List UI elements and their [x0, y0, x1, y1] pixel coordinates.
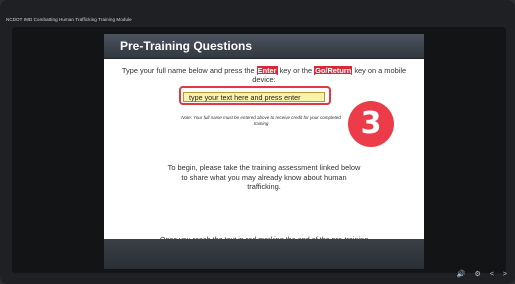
player-controls: 🔊 ⚙ < > [457, 270, 507, 279]
slide-header: Pre-Training Questions [104, 34, 424, 59]
instruction-text: key or the [277, 66, 315, 75]
enter-key-label: Enter [256, 66, 278, 75]
go-return-key-label: Go/Return [314, 66, 353, 75]
slide-title: Pre-Training Questions [120, 39, 253, 53]
app-window: NCDOT IMD Combatting Human Trafficking T… [0, 0, 515, 284]
volume-icon[interactable]: 🔊 [457, 270, 466, 278]
assessment-paragraph: To begin, please take the training asses… [167, 163, 361, 191]
slide: Pre-Training Questions Type your full na… [104, 34, 424, 269]
name-instructions: Type your full name below and press the … [112, 66, 416, 84]
instruction-text: Type your full name below and press the [121, 66, 257, 75]
next-icon[interactable]: > [503, 271, 507, 278]
window-title: NCDOT IMD Combatting Human Trafficking T… [6, 17, 132, 22]
input-highlight-box [179, 86, 331, 105]
credit-note: Note: Your full name must be entered abo… [181, 115, 341, 126]
settings-icon[interactable]: ⚙ [475, 270, 481, 278]
slide-footer-band [104, 239, 424, 269]
previous-icon[interactable]: < [490, 271, 494, 278]
step-number-badge: 3 [348, 101, 394, 147]
